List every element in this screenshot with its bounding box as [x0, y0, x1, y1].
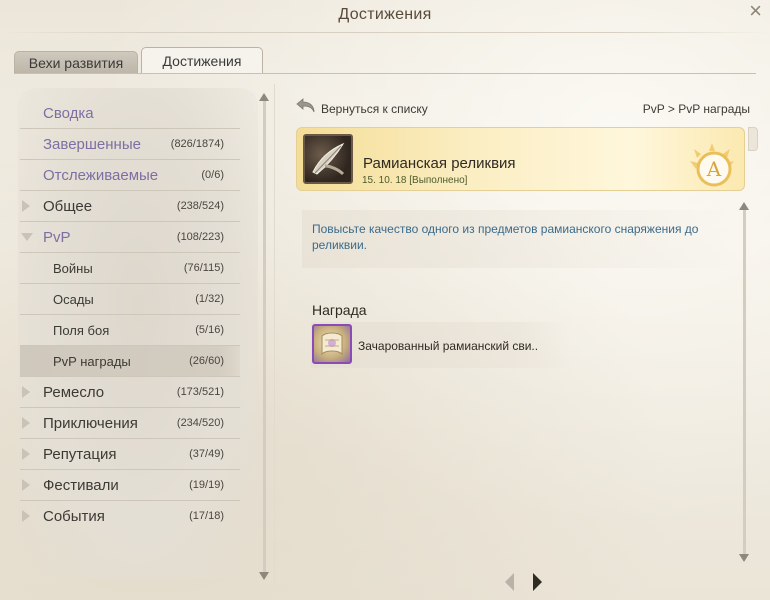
page-next-icon[interactable]: [533, 573, 542, 591]
category-count: (108/223): [176, 231, 224, 243]
category-count: (37/49): [189, 448, 224, 460]
content-scroll-down-icon[interactable]: [739, 554, 749, 562]
content-scroll-up-icon[interactable]: [739, 202, 749, 210]
achievement-date: 15. 10. 18 [Выполнено]: [362, 175, 468, 186]
category-label: Осады: [53, 292, 94, 307]
category-scrollbar[interactable]: [263, 96, 266, 574]
subcategory-wars[interactable]: Войны (76/115): [20, 253, 240, 284]
category-count: (0/6): [201, 169, 224, 181]
window-title: Достижения: [338, 6, 432, 23]
reward-item-name: Зачарованный рамианский сви..: [358, 339, 539, 353]
tab-achievements[interactable]: Достижения: [141, 47, 263, 74]
category-label: События: [43, 508, 105, 525]
category-general[interactable]: Общее (238/524): [20, 191, 240, 222]
category-label: Общее: [43, 198, 93, 215]
expand-arrow-icon[interactable]: [22, 510, 30, 522]
category-count: (26/60): [189, 355, 224, 367]
expand-arrow-icon[interactable]: [22, 200, 30, 212]
category-label: Фестивали: [43, 477, 119, 494]
category-adventures[interactable]: Приключения (234/520): [20, 408, 240, 439]
reward-item[interactable]: Зачарованный рамианский сви..: [311, 322, 571, 368]
content-scrollbar[interactable]: [743, 210, 746, 556]
tab-underline: [14, 73, 756, 74]
category-count: (234/520): [176, 417, 224, 429]
category-pvp[interactable]: PvP (108/223): [20, 222, 240, 253]
category-label: Завершенные: [43, 136, 141, 153]
category-events[interactable]: События (17/18): [20, 501, 240, 532]
achievement-description: Повысьте качество одного из предметов ра…: [312, 222, 699, 252]
page-prev-icon[interactable]: [505, 573, 514, 591]
expand-arrow-icon[interactable]: [22, 417, 30, 429]
category-summary[interactable]: Сводка: [20, 98, 240, 129]
feather-scroll-icon: [303, 134, 353, 184]
category-count: (17/18): [189, 510, 224, 522]
expand-arrow-icon[interactable]: [22, 448, 30, 460]
scroll-up-icon[interactable]: [259, 93, 269, 101]
category-completed[interactable]: Завершенные (826/1874): [20, 129, 240, 160]
achievement-name: Рамианская реликвия: [363, 155, 516, 172]
badge-letter: A: [706, 157, 722, 181]
category-count: (5/16): [195, 324, 224, 336]
category-festivals[interactable]: Фестивали (19/19): [20, 470, 240, 501]
category-label: Отслеживаемые: [43, 167, 159, 184]
category-label: PvP: [43, 229, 71, 246]
achievement-card[interactable]: Рамианская реликвия 15. 10. 18 [Выполнен…: [296, 127, 745, 191]
category-count: (76/115): [183, 262, 224, 274]
title-divider: [0, 32, 770, 33]
category-label: Войны: [53, 261, 93, 276]
category-label: Поля боя: [53, 323, 110, 338]
category-label: Репутация: [43, 446, 117, 463]
category-tracked[interactable]: Отслеживаемые (0/6): [20, 160, 240, 191]
achievements-window: Достижения × Вехи развития Достижения Св…: [0, 0, 770, 600]
category-label: PvP награды: [53, 354, 131, 369]
category-count: (1/32): [195, 293, 224, 305]
expand-arrow-icon[interactable]: [22, 479, 30, 491]
category-count: (238/524): [176, 200, 224, 212]
subcategory-pvp-rewards[interactable]: PvP награды (26/60): [20, 346, 240, 377]
back-to-list-link[interactable]: Вернуться к списку: [321, 102, 428, 116]
category-reputation[interactable]: Репутация (37/49): [20, 439, 240, 470]
breadcrumb: PvP > PvP награды: [642, 102, 750, 116]
subcategory-sieges[interactable]: Осады (1/32): [20, 284, 240, 315]
category-label: Сводка: [43, 105, 94, 122]
category-count: (19/19): [189, 479, 224, 491]
enchanted-scroll-icon: [312, 324, 352, 364]
expand-arrow-icon[interactable]: [22, 386, 30, 398]
golden-sun-badge-icon: A: [690, 143, 734, 187]
scroll-down-icon[interactable]: [259, 572, 269, 580]
category-count: (173/521): [176, 386, 224, 398]
category-crafting[interactable]: Ремесло (173/521): [20, 377, 240, 408]
category-label: Ремесло: [43, 384, 105, 401]
collapse-arrow-icon[interactable]: [21, 233, 33, 241]
category-label: Приключения: [43, 415, 138, 432]
subcategory-battlegrounds[interactable]: Поля боя (5/16): [20, 315, 240, 346]
side-tab-stub: [748, 127, 758, 151]
reward-title: Награда: [312, 302, 367, 318]
panel-divider: [274, 84, 275, 584]
back-arrow-icon[interactable]: [295, 97, 317, 115]
close-icon[interactable]: ×: [749, 0, 762, 22]
tab-milestones[interactable]: Вехи развития: [14, 51, 138, 73]
category-count: (826/1874): [170, 138, 224, 150]
